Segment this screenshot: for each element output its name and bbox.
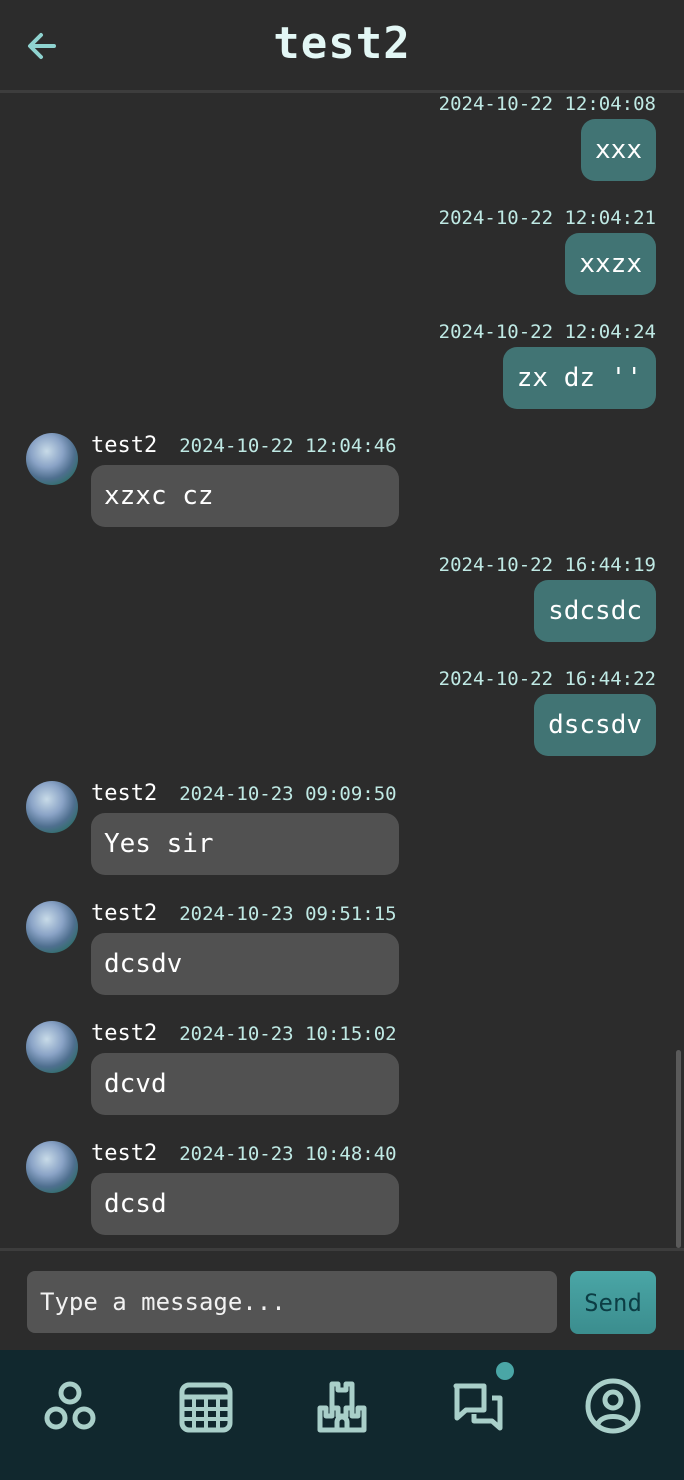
page-title: test2 [273,18,411,69]
message-input[interactable] [27,1271,557,1333]
message-timestamp: 2024-10-23 10:48:40 [179,1143,397,1165]
chat-icon [453,1383,503,1431]
avatar[interactable] [26,1141,78,1193]
message-composer: Send [0,1248,684,1353]
notification-badge [496,1362,514,1380]
message-outgoing: 2024-10-22 16:44:22 dscsdv [439,668,656,756]
message-timestamp: 2024-10-23 10:15:02 [179,1023,397,1045]
message-timestamp: 2024-10-22 12:04:08 [438,93,656,115]
message-bubble: dcsd [91,1173,399,1235]
nav-item-calendar[interactable] [172,1372,240,1440]
nav-item-groups[interactable] [36,1372,104,1440]
nav-item-chat[interactable] [444,1372,512,1440]
chat-header: test2 [0,0,684,93]
message-list[interactable]: 2024-10-22 12:04:08 xxx 2024-10-22 12:04… [0,93,684,1248]
bottom-nav [0,1350,684,1480]
message-timestamp: 2024-10-22 12:04:46 [179,435,397,457]
message-bubble: Yes sir [91,813,399,875]
message-bubble: xxzx [565,233,656,295]
message-outgoing: 2024-10-22 16:44:19 sdcsdc [439,554,656,642]
message-timestamp: 2024-10-22 16:44:22 [438,668,656,690]
avatar[interactable] [26,1021,78,1073]
avatar[interactable] [26,781,78,833]
message-bubble: xzxc cz [91,465,399,527]
message-bubble: xxx [581,119,656,181]
message-outgoing: 2024-10-22 12:04:08 xxx [439,93,656,181]
message-bubble: dcvd [91,1053,399,1115]
message-outgoing: 2024-10-22 12:04:24 zx dz '' [439,321,656,409]
message-outgoing: 2024-10-22 12:04:21 xxzx [439,207,656,295]
message-timestamp: 2024-10-23 09:51:15 [179,903,397,925]
message-timestamp: 2024-10-22 12:04:21 [438,207,656,229]
avatar[interactable] [26,901,78,953]
message-bubble: dscsdv [534,694,656,756]
chat-screen: test2 2024-10-22 12:04:08 xxx 2024-10-22… [0,0,684,1480]
calendar-icon [179,1382,233,1433]
send-button[interactable]: Send [570,1271,656,1334]
avatar[interactable] [26,433,78,485]
message-timestamp: 2024-10-23 09:09:50 [179,783,397,805]
sender-name: test2 [91,1021,158,1046]
sender-name: test2 [91,781,158,806]
message-timestamp: 2024-10-22 16:44:19 [438,554,656,576]
nav-item-profile[interactable] [579,1372,647,1440]
castle-icon [317,1381,367,1433]
message-timestamp: 2024-10-22 12:04:24 [438,321,656,343]
sender-name: test2 [91,1141,158,1166]
groups-icon [44,1381,96,1430]
sender-name: test2 [91,901,158,926]
message-bubble: sdcsdc [534,580,656,642]
message-bubble: dcsdv [91,933,399,995]
profile-icon [585,1378,641,1434]
sender-name: test2 [91,433,158,458]
message-bubble: zx dz '' [502,347,656,409]
nav-item-castle[interactable] [308,1372,376,1440]
message-list-scrollbar[interactable] [676,1050,681,1248]
